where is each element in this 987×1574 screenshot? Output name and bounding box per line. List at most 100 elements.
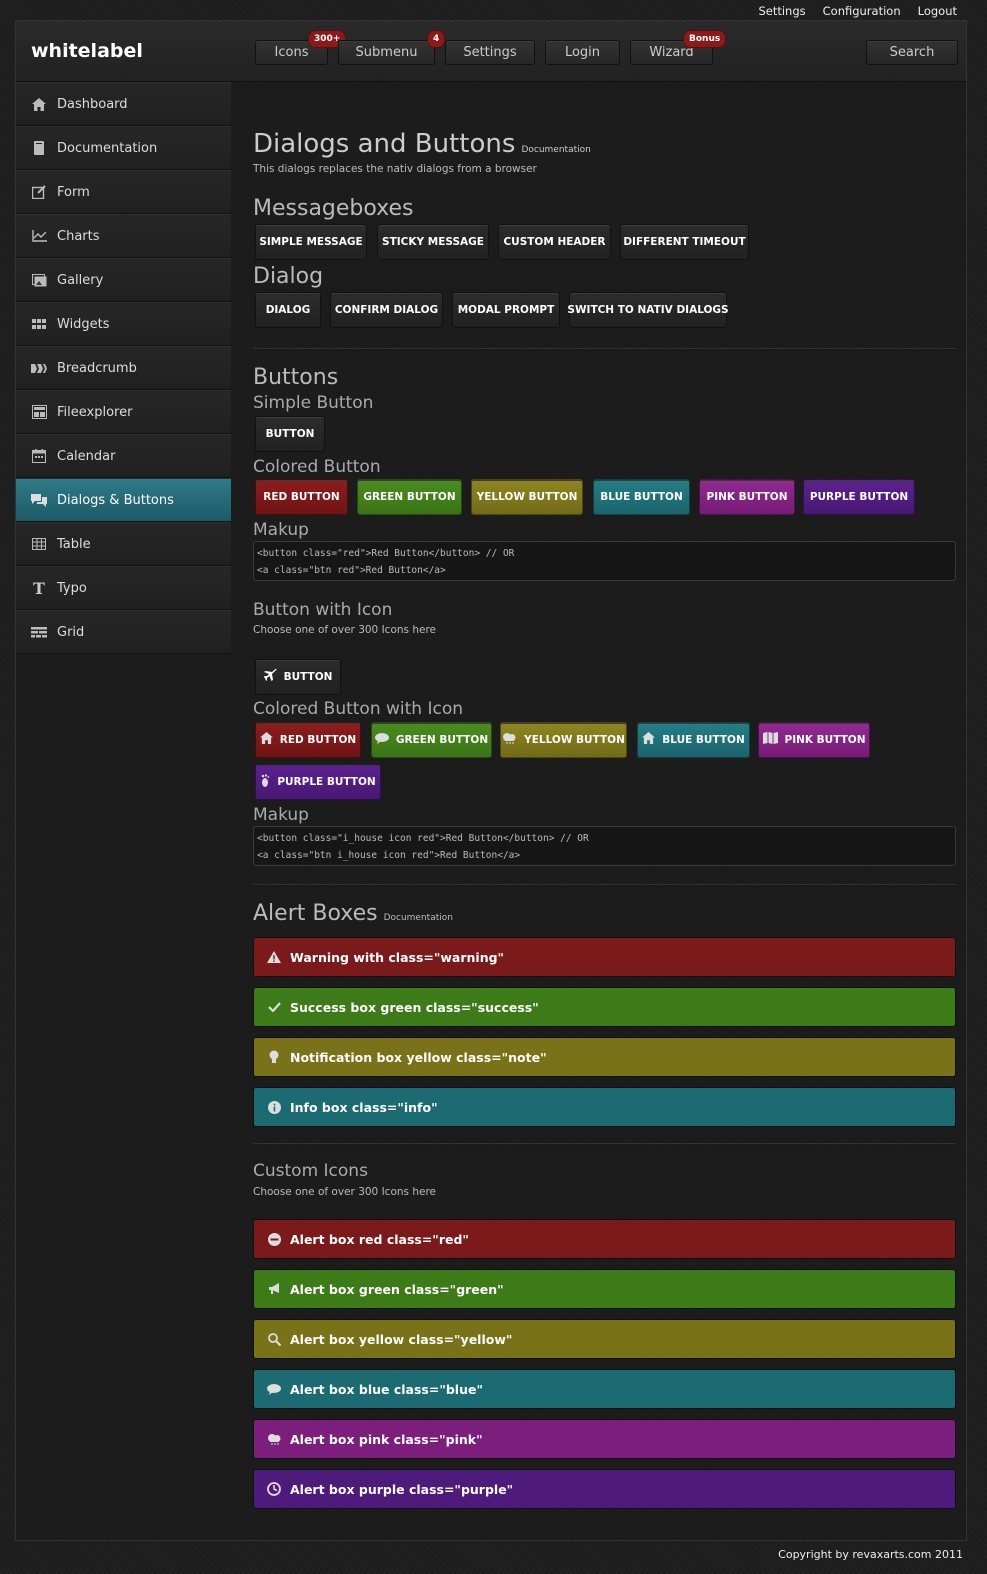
no-entry-icon: [266, 1232, 282, 1246]
note-alert: Notification box yellow class="note": [253, 1037, 956, 1077]
sticky-message-button[interactable]: STICKY MESSAGE: [377, 224, 489, 260]
typo-icon: T: [33, 578, 45, 598]
button-label: BLUE BUTTON: [662, 734, 745, 746]
purple-alert: Alert box purple class="purple": [253, 1469, 956, 1509]
blue-icon-button[interactable]: BLUE BUTTON: [637, 722, 750, 758]
icon-button-label: BUTTON: [283, 671, 333, 683]
map-icon: [762, 732, 778, 748]
sidebar-item-form[interactable]: Form: [16, 170, 231, 214]
footer-copyright: Copyright by revaxarts.com 2011: [778, 1548, 963, 1561]
top-link-logout[interactable]: Logout: [918, 4, 957, 18]
green-button[interactable]: GREEN BUTTON: [357, 479, 462, 515]
pink-icon-button[interactable]: PINK BUTTON: [758, 722, 870, 758]
file-explorer-icon: [31, 404, 47, 420]
breadcrumb-icon: [31, 360, 47, 376]
modal-prompt-button[interactable]: MODAL PROMPT: [452, 292, 560, 328]
edit-icon: [31, 184, 47, 200]
sidebar-item-fileexplorer[interactable]: Fileexplorer: [16, 390, 231, 434]
alert-text: Alert box red class="red": [290, 1231, 469, 1247]
green-icon-button[interactable]: GREEN BUTTON: [371, 722, 492, 758]
sidebar-item-label: Typo: [57, 580, 87, 596]
red-button[interactable]: RED BUTTON: [255, 479, 348, 515]
code-line: <button class="red">Red Button</button> …: [257, 548, 515, 559]
nav-settings[interactable]: Settings: [445, 40, 535, 65]
sidebar-item-dashboard[interactable]: Dashboard: [16, 82, 231, 126]
different-timeout-button[interactable]: DIFFERENT TIMEOUT: [620, 224, 749, 260]
top-link-configuration[interactable]: Configuration: [823, 4, 901, 18]
nav-label: Login: [564, 45, 601, 60]
documentation-link[interactable]: Documentation: [521, 145, 590, 155]
confirm-dialog-button[interactable]: CONFIRM DIALOG: [330, 292, 443, 328]
nav-submenu[interactable]: Submenu 4: [338, 30, 446, 65]
alert-text: Alert box green class="green": [290, 1281, 504, 1297]
sidebar-item-documentation[interactable]: Documentation: [16, 126, 231, 170]
alert-text: Success box green class="success": [290, 999, 539, 1015]
pink-button[interactable]: PINK BUTTON: [699, 479, 795, 515]
lightbulb-icon: [266, 1050, 282, 1064]
green-alert: Alert box green class="green": [253, 1269, 956, 1309]
yellow-icon-button[interactable]: YELLOW BUTTON: [500, 722, 627, 758]
search-button[interactable]: Search: [866, 40, 958, 65]
magnifier-icon: [266, 1332, 282, 1346]
clock-icon: [266, 1482, 282, 1496]
simple-message-button[interactable]: SIMPLE MESSAGE: [255, 224, 367, 260]
chat-bubbles-icon: [31, 492, 47, 508]
simple-button[interactable]: BUTTON: [255, 416, 325, 452]
sidebar-item-charts[interactable]: Charts: [16, 214, 231, 258]
sidebar-item-label: Widgets: [57, 316, 110, 332]
divider: [253, 1143, 956, 1145]
sidebar-item-grid[interactable]: Grid: [16, 610, 231, 654]
sidebar-item-calendar[interactable]: Calendar: [16, 434, 231, 478]
success-alert: Success box green class="success": [253, 987, 956, 1027]
sidebar-item-label: Charts: [57, 228, 100, 244]
yellow-alert: Alert box yellow class="yellow": [253, 1319, 956, 1359]
nav-wizard[interactable]: Wizard Bonus: [630, 30, 727, 65]
alert-boxes-heading: Alert Boxes Documentation: [253, 901, 453, 926]
button-label: GREEN BUTTON: [395, 734, 489, 746]
blue-alert: Alert box blue class="blue": [253, 1369, 956, 1409]
purple-icon-button[interactable]: PURPLE BUTTON: [255, 764, 381, 800]
purple-button[interactable]: PURPLE BUTTON: [803, 479, 915, 515]
speech-bubble-icon: [266, 1383, 282, 1395]
info-alert: Info box class="info": [253, 1087, 956, 1127]
airplane-icon: [263, 668, 277, 685]
colored-button-heading: Colored Button: [253, 457, 381, 477]
alert-text: Info box class="info": [290, 1099, 438, 1115]
house-icon: [31, 96, 47, 112]
megaphone-icon: [266, 1283, 282, 1295]
sidebar-item-table[interactable]: Table: [16, 522, 231, 566]
logo[interactable]: whitelabel: [31, 40, 143, 62]
alert-documentation-link[interactable]: Documentation: [384, 913, 453, 923]
speech-bubble-icon: [374, 732, 389, 748]
divider: [253, 348, 956, 350]
info-icon: [266, 1100, 282, 1114]
icon-button[interactable]: BUTTON: [255, 659, 341, 695]
switch-to-nativ-dialogs-button[interactable]: SWITCH TO NATIV DIALOGS: [567, 292, 729, 328]
sidebar-item-label: Dashboard: [57, 96, 128, 112]
alert-text: Alert box pink class="pink": [290, 1431, 483, 1447]
sidebar-item-typo[interactable]: T Typo: [16, 566, 231, 610]
button-label: RED BUTTON: [279, 734, 357, 746]
makeup-2-heading: Makup: [253, 805, 309, 825]
red-alert: Alert box red class="red": [253, 1219, 956, 1259]
top-link-settings[interactable]: Settings: [758, 4, 805, 18]
code-line: <a class="btn i_house icon red">Red Butt…: [257, 850, 521, 861]
yellow-button[interactable]: YELLOW BUTTON: [471, 479, 583, 515]
sidebar-item-widgets[interactable]: Widgets: [16, 302, 231, 346]
sidebar-item-breadcrumb[interactable]: Breadcrumb: [16, 346, 231, 390]
alert-text: Notification box yellow class="note": [290, 1049, 547, 1065]
dialog-button[interactable]: DIALOG: [255, 292, 321, 328]
warning-alert: Warning with class="warning": [253, 937, 956, 977]
custom-header-button[interactable]: CUSTOM HEADER: [498, 224, 611, 260]
makeup-heading: Makup: [253, 520, 309, 540]
page-title: Dialogs and Buttons Documentation: [253, 129, 591, 159]
nav-icons[interactable]: Icons 300+: [255, 30, 347, 65]
nav-login[interactable]: Login: [545, 40, 620, 65]
messageboxes-heading: Messageboxes: [253, 196, 414, 221]
sidebar-item-dialogs-buttons[interactable]: Dialogs & Buttons: [16, 478, 231, 522]
red-icon-button[interactable]: RED BUTTON: [255, 722, 361, 758]
line-chart-icon: [31, 228, 47, 244]
sidebar-item-gallery[interactable]: Gallery: [16, 258, 231, 302]
blue-button[interactable]: BLUE BUTTON: [593, 479, 690, 515]
nav-label: Settings: [463, 45, 517, 60]
